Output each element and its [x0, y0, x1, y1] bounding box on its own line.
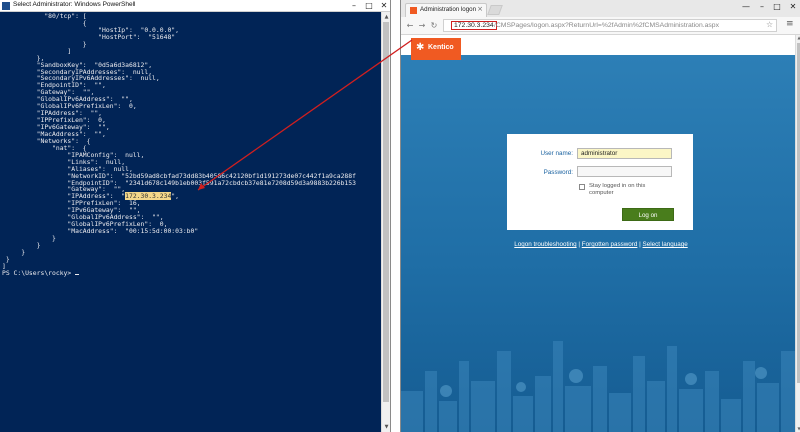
kentico-logo[interactable]: ✱ Kentico: [411, 38, 461, 60]
tab-close-icon[interactable]: ×: [477, 5, 483, 13]
console-line: PS C:\Users\rocky>: [2, 269, 380, 277]
browser-menu-icon[interactable]: ≡: [786, 19, 794, 29]
console-line: }: [2, 254, 10, 263]
password-field[interactable]: [577, 166, 672, 177]
minimize-icon[interactable]: –: [347, 0, 361, 12]
forgotten-password-link[interactable]: Forgotten password: [582, 241, 638, 248]
maximize-icon[interactable]: □: [362, 0, 376, 12]
login-links: Logon troubleshooting | Forgotten passwo…: [401, 241, 800, 248]
bookmark-star-icon[interactable]: ☆: [766, 20, 773, 29]
browser-minimize-icon[interactable]: –: [755, 1, 769, 13]
console-line: }: [2, 240, 41, 249]
scroll-down-icon[interactable]: ▼: [382, 423, 390, 431]
log-on-button[interactable]: Log on: [622, 208, 674, 221]
console-output[interactable]: "80/tcp": [ { "HostIp": "0.0.0.0", "Host…: [2, 13, 380, 432]
username-field[interactable]: [577, 148, 672, 159]
url-host-highlight: 172.30.3.234: [451, 21, 497, 30]
console-line: }: [2, 234, 56, 242]
reload-icon[interactable]: ↻: [429, 20, 439, 31]
new-tab-button[interactable]: [487, 5, 503, 15]
select-language-link[interactable]: Select language: [643, 241, 688, 248]
forward-arrow-icon[interactable]: →: [417, 20, 427, 31]
browser-user-icon[interactable]: —: [739, 1, 753, 13]
powershell-scrollbar[interactable]: ▲ ▼: [381, 12, 390, 432]
username-label: User name:: [540, 150, 573, 157]
console-lines-before: "80/tcp": [ { "HostIp": "0.0.0.0", "Host…: [2, 13, 380, 193]
url-path: /CMSPages/logon.aspx?ReturnUrl=%2fAdmin%…: [494, 22, 719, 29]
logon-troubleshooting-link[interactable]: Logon troubleshooting: [514, 241, 576, 248]
powershell-window[interactable]: Select Administrator: Windows PowerShell…: [0, 0, 391, 432]
logo-text: Kentico: [428, 44, 454, 51]
city-skyline-illustration: [401, 341, 800, 432]
browser-window[interactable]: Administration logon × — – □ ✕ ← → ↻ 172…: [400, 0, 800, 432]
stay-logged-in-checkbox[interactable]: [579, 184, 585, 190]
powershell-titlebar[interactable]: Select Administrator: Windows PowerShell…: [0, 0, 390, 12]
browser-toolbar: ← → ↻ 172.30.3.234 /CMSPages/logon.aspx?…: [401, 17, 800, 35]
password-label: Password:: [543, 169, 573, 176]
back-arrow-icon[interactable]: ←: [405, 20, 415, 31]
address-bar[interactable]: 172.30.3.234 /CMSPages/logon.aspx?Return…: [443, 19, 777, 32]
close-icon[interactable]: ✕: [377, 0, 390, 12]
browser-close-icon[interactable]: ✕: [786, 1, 800, 13]
stay-logged-in-label: Stay logged in on this computer: [589, 183, 646, 197]
page-scroll-up-icon[interactable]: ▲: [796, 35, 800, 41]
kentico-favicon-icon: [410, 7, 417, 14]
page-scroll-down-icon[interactable]: ▼: [796, 426, 800, 432]
browser-maximize-icon[interactable]: □: [770, 1, 784, 13]
tab-administration-logon[interactable]: Administration logon ×: [405, 3, 487, 17]
powershell-icon: [2, 2, 10, 10]
screen: Select Administrator: Windows PowerShell…: [0, 0, 800, 432]
browser-scrollbar[interactable]: ▲ ▼: [795, 35, 800, 432]
text-cursor: [75, 273, 80, 275]
kentico-mark-icon: ✱: [416, 42, 425, 53]
console-line: ]: [2, 46, 72, 55]
tab-title: Administration logon: [420, 6, 477, 13]
console-line: }: [2, 247, 26, 256]
console-lines-after: "IPPrefixLen": 16, "IPv6Gateway": "", "G…: [2, 200, 380, 276]
scroll-up-icon[interactable]: ▲: [382, 13, 390, 21]
powershell-title: Select Administrator: Windows PowerShell: [13, 1, 136, 8]
console-line: "MacAddress": "00:15:5d:00:03:b0": [2, 227, 199, 236]
scrollbar-thumb[interactable]: [383, 22, 389, 402]
login-panel: User name: Password: Stay logged in on t…: [507, 134, 693, 230]
ip-line-suffix: ",: [171, 192, 179, 201]
login-page: ✱ Kentico User name: administrator Passw…: [401, 35, 800, 432]
tab-strip: Administration logon × — – □ ✕: [401, 0, 800, 17]
